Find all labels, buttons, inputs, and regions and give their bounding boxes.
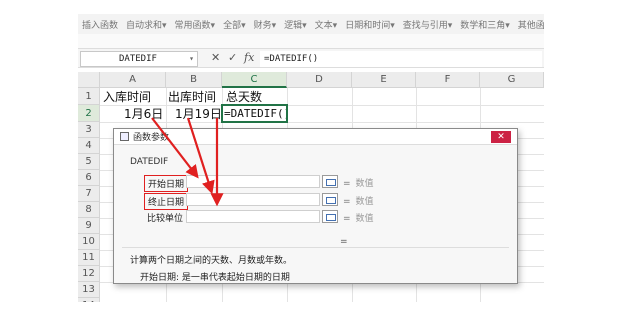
ribbon-formulas-tab: 插入函数 自动求和▾ 常用函数▾ 全部▾ 财务▾ 逻辑▾ 文本▾ 日期和时间▾ … xyxy=(78,14,544,34)
close-icon[interactable]: ✕ xyxy=(491,131,511,143)
arg-label-start-date: 开始日期 xyxy=(144,175,189,192)
collapse-dialog-icon[interactable] xyxy=(322,175,338,188)
cell-b1[interactable]: 出库时间 xyxy=(168,89,216,105)
arg-value-hint: 数值 xyxy=(355,214,374,224)
formula-input[interactable]: =DATEDIF() xyxy=(260,51,542,67)
ribbon-math[interactable]: 数学和三角▾ xyxy=(456,18,514,31)
column-header-b[interactable]: B xyxy=(166,72,222,88)
function-description: 计算两个日期之间的天数、月数或年数。 xyxy=(130,256,293,266)
cell-a2[interactable]: 1月6日 xyxy=(124,106,163,122)
row-header-8[interactable]: 8 xyxy=(78,202,100,218)
row-header-3[interactable]: 3 xyxy=(78,122,100,138)
dialog-title: 函数参数 xyxy=(133,133,170,143)
row-header-1[interactable]: 1 xyxy=(78,88,100,105)
ribbon-financial[interactable]: 财务▾ xyxy=(250,18,281,31)
collapse-dialog-icon[interactable] xyxy=(322,193,338,206)
divider xyxy=(122,247,509,248)
ribbon-logical[interactable]: 逻辑▾ xyxy=(280,18,311,31)
parameter-help: 开始日期: 是一串代表起始日期的日期 xyxy=(140,273,290,283)
ribbon-date-time[interactable]: 日期和时间▾ xyxy=(341,18,399,31)
name-box[interactable]: DATEDIF ▾ xyxy=(80,51,198,67)
column-header-e[interactable]: E xyxy=(352,72,416,88)
column-header-f[interactable]: F xyxy=(416,72,480,88)
toolbar-spacer xyxy=(78,34,544,48)
function-arguments-dialog: 函数参数 ✕ DATEDIF 开始日期 = 数值 终止日期 = 数值 比较单位 = 数… xyxy=(113,128,518,284)
row-header-5[interactable]: 5 xyxy=(78,154,100,170)
name-box-value: DATEDIF xyxy=(119,54,157,64)
cancel-icon[interactable]: ✕ xyxy=(211,51,220,64)
row-header-2[interactable]: 2 xyxy=(78,105,100,122)
arg-label-end-date: 终止日期 xyxy=(144,193,189,210)
row-header-11[interactable]: 11 xyxy=(78,250,100,266)
dialog-app-icon xyxy=(120,132,129,141)
ribbon-all[interactable]: 全部▾ xyxy=(219,18,250,31)
ribbon-autosum[interactable]: 自动求和▾ xyxy=(122,18,171,31)
ribbon-insert-function[interactable]: 插入函数 xyxy=(78,18,122,31)
column-header-d[interactable]: D xyxy=(287,72,352,88)
confirm-icon[interactable]: ✓ xyxy=(228,51,237,64)
active-cell-border xyxy=(221,104,288,123)
row-header-4[interactable]: 4 xyxy=(78,138,100,154)
arg-label-unit: 比较单位 xyxy=(147,214,184,224)
row-header-13[interactable]: 13 xyxy=(78,282,100,298)
cell-c1[interactable]: 总天数 xyxy=(226,89,262,105)
ribbon-other[interactable]: 其他函数▾ xyxy=(514,18,544,31)
ribbon-text[interactable]: 文本▾ xyxy=(311,18,342,31)
dialog-titlebar[interactable]: 函数参数 xyxy=(114,129,517,145)
ribbon-lookup[interactable]: 查找与引用▾ xyxy=(399,18,457,31)
equals-sign: = xyxy=(343,179,351,189)
arg-value-hint: 数值 xyxy=(355,179,374,189)
collapse-dialog-icon[interactable] xyxy=(322,210,338,223)
arg-result-end-date: = 数值 xyxy=(343,194,374,207)
select-all-corner[interactable] xyxy=(78,72,100,88)
equals-sign: = xyxy=(343,197,351,207)
arg-value-hint: 数值 xyxy=(355,197,374,207)
row-header-12[interactable]: 12 xyxy=(78,266,100,282)
row-header-9[interactable]: 9 xyxy=(78,218,100,234)
ribbon-common-functions[interactable]: 常用函数▾ xyxy=(171,18,220,31)
cell-b2[interactable]: 1月19日 xyxy=(175,106,222,122)
formula-bar: DATEDIF ▾ ✕ ✓ fx =DATEDIF() xyxy=(78,48,544,68)
function-name: DATEDIF xyxy=(130,157,169,167)
row-header-6[interactable]: 6 xyxy=(78,170,100,186)
row-header-10[interactable]: 10 xyxy=(78,234,100,250)
column-header-c[interactable]: C xyxy=(222,72,287,88)
arg-result-start-date: = 数值 xyxy=(343,176,374,189)
gridline xyxy=(100,122,544,123)
end-date-input[interactable] xyxy=(186,193,320,206)
row-header-14[interactable]: 14 xyxy=(78,298,100,302)
formula-result: = xyxy=(340,237,348,247)
row-header-7[interactable]: 7 xyxy=(78,186,100,202)
insert-function-icon[interactable]: fx xyxy=(244,51,254,64)
gridline xyxy=(100,105,544,106)
unit-input[interactable] xyxy=(186,210,320,223)
start-date-input[interactable] xyxy=(186,175,320,188)
column-header-g[interactable]: G xyxy=(480,72,544,88)
chevron-down-icon[interactable]: ▾ xyxy=(189,52,194,66)
column-header-a[interactable]: A xyxy=(100,72,166,88)
arg-result-unit: = 数值 xyxy=(343,211,374,224)
equals-sign: = xyxy=(343,214,351,224)
cell-a1[interactable]: 入库时间 xyxy=(103,89,151,105)
